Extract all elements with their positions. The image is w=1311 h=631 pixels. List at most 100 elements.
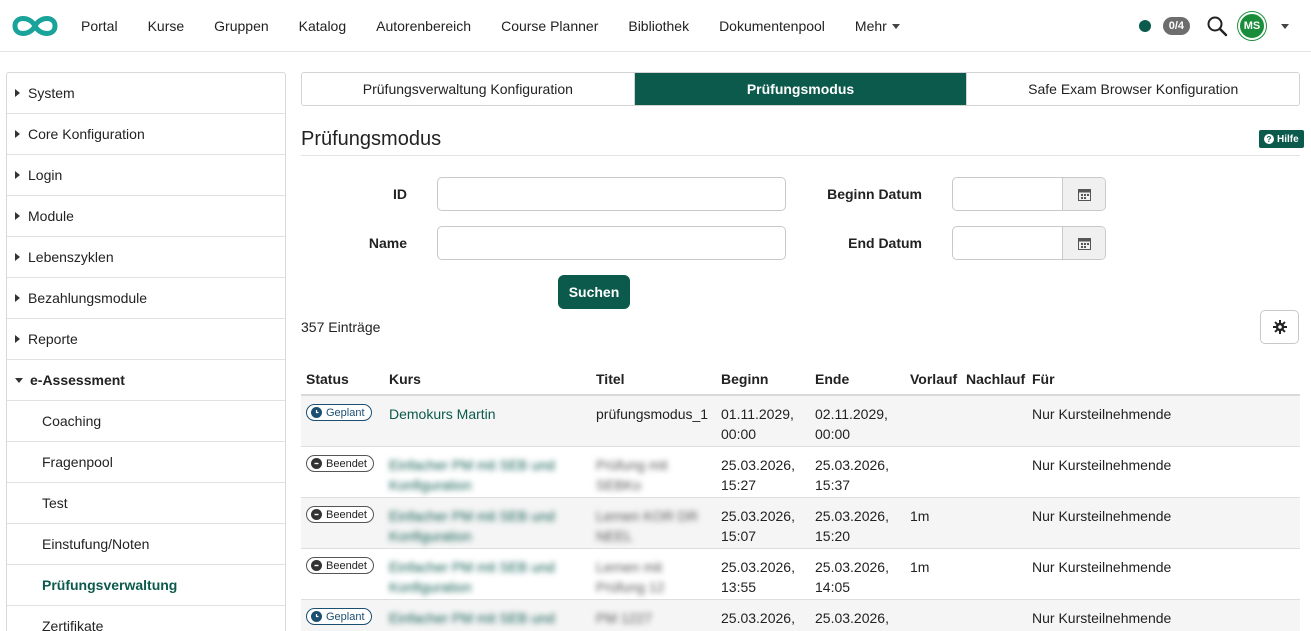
end-date-day: 02.11.2029, [815,406,888,422]
sidebar-item-label: Login [28,167,63,183]
sidebar-item-label: Coaching [42,413,102,429]
search-button[interactable]: Suchen [558,275,630,309]
tab-pruefungsverwaltung-konfiguration[interactable]: Prüfungsverwaltung Konfiguration [302,73,635,105]
user-menu-chevron-icon[interactable] [1281,23,1289,29]
config-tabs: Prüfungsverwaltung Konfiguration Prüfung… [301,72,1300,106]
begin-date-day: 01.11.2029, [721,406,794,422]
sidebar-item-core-konfiguration[interactable]: Core Konfiguration [7,114,285,155]
col-header-kurs[interactable]: Kurs [389,371,421,387]
col-header-nachlauf[interactable]: Nachlauf [966,371,1025,387]
col-header-status[interactable]: Status [306,371,349,387]
exam-title-line-2: SEBKo [596,477,642,493]
nav-autorenbereich[interactable]: Autorenbereich [361,0,486,52]
begin-date-day: 25.03.2026, [721,559,795,575]
participants-scope: Nur Kursteilnehmende [1032,457,1172,473]
nav-mehr[interactable]: Mehr [840,0,915,52]
begin-date: 25.03.2026, [721,610,795,626]
nav-gruppen[interactable]: Gruppen [199,0,283,52]
status-badge: Geplant [306,608,372,625]
calendar-icon[interactable] [1062,227,1105,259]
course-name-line-2: Konfiguration [389,579,472,595]
sidebar-item-lebenszyklen[interactable]: Lebenszyklen [7,237,285,278]
nav-course-planner[interactable]: Course Planner [486,0,613,52]
status-badge: Beendet [306,506,374,523]
caret-right-icon [15,212,20,220]
clock-icon [311,611,322,622]
nav-portal[interactable]: Portal [66,0,133,52]
exam-title-line-2: NEEL [596,528,633,544]
sidebar-item-fragenpool[interactable]: Fragenpool [7,442,285,483]
nav-mehr-label: Mehr [854,18,887,34]
search-icon[interactable] [1206,15,1228,37]
exam-title: PM 1227 [596,610,653,626]
course-link[interactable]: Einfacher PM mit SEB und Konfiguration [389,557,555,597]
id-field[interactable] [437,177,786,211]
nav-dokumentenpool[interactable]: Dokumentenpool [704,0,840,52]
course-link[interactable]: Einfacher PM mit SEB und [389,608,555,628]
online-status-icon[interactable] [1138,20,1151,32]
sidebar-item-zertifikate[interactable]: Zertifikate [7,606,285,631]
course-link[interactable]: Demokurs Martin [389,404,496,424]
begin-date-day: 25.03.2026, [721,508,795,524]
name-field[interactable] [437,226,786,260]
nav-katalog[interactable]: Katalog [284,0,361,52]
user-area: 0/4 MS [1138,0,1289,52]
caret-right-icon [15,130,20,138]
sidebar-item-label: Zertifikate [42,618,104,631]
col-header-beginn[interactable]: Beginn [721,371,768,387]
sidebar-item-system[interactable]: System [7,73,285,114]
sidebar-item-reporte[interactable]: Reporte [7,319,285,360]
help-button[interactable]: ? Hilfe [1259,130,1304,148]
col-header-vorlauf[interactable]: Vorlauf [910,371,957,387]
course-name-line-1: Einfacher PM mit SEB und [389,508,555,524]
end-date-field[interactable] [952,226,1106,260]
course-link[interactable]: Einfacher PM mit SEB und Konfiguration [389,506,555,546]
main-menu: Portal Kurse Gruppen Katalog Autorenbere… [66,0,915,52]
sidebar-item-coaching[interactable]: Coaching [7,401,285,442]
status-label: Beendet [326,508,367,521]
sidebar-item-einstufung-noten[interactable]: Einstufung/Noten [7,524,285,565]
sidebar-item-label: Reporte [28,331,78,347]
table-row: Beendet Einfacher PM mit SEB und Konfigur… [301,447,1300,498]
sidebar-item-module[interactable]: Module [7,196,285,237]
status-label: Beendet [326,457,367,470]
tab-safe-exam-browser-konfiguration[interactable]: Safe Exam Browser Konfiguration [967,73,1299,105]
sidebar-item-bezahlungsmodule[interactable]: Bezahlungsmodule [7,278,285,319]
sidebar-item-pruefungsverwaltung[interactable]: Prüfungsverwaltung [7,565,285,606]
begin-date: 25.03.2026, 13:55 [721,557,795,597]
exam-title-line-2: Prüfung 12 [596,579,665,595]
end-date-label: End Datum [848,235,922,251]
sidebar-item-label: Module [28,208,74,224]
begin-date-field[interactable] [952,177,1106,211]
avatar[interactable]: MS [1238,12,1266,40]
exam-title-line-1: Lernen KOR DR [596,508,698,524]
tab-pruefungsmodus[interactable]: Prüfungsmodus [634,73,968,105]
sidebar-item-test[interactable]: Test [7,483,285,524]
sidebar-item-e-assessment[interactable]: e-Assessment [7,360,285,401]
assessment-count-badge[interactable]: 0/4 [1162,17,1190,35]
status-badge: Geplant [306,404,372,421]
sidebar-item-label: Test [42,495,68,511]
chevron-down-icon [891,23,900,29]
end-date-day: 25.03.2026, [815,508,889,524]
col-header-ende[interactable]: Ende [815,371,849,387]
course-link[interactable]: Einfacher PM mit SEB und Konfiguration [389,455,555,495]
status-label: Geplant [326,610,365,623]
calendar-icon[interactable] [1062,178,1105,210]
sidebar-item-label: Prüfungsverwaltung [42,577,178,593]
nav-kurse[interactable]: Kurse [133,0,200,52]
caret-down-icon [15,377,23,383]
sidebar-item-login[interactable]: Login [7,155,285,196]
entry-count: 357 Einträge [301,319,381,335]
col-header-fuer[interactable]: Für [1032,371,1055,387]
begin-date: 25.03.2026, 15:27 [721,455,795,495]
logo-icon[interactable] [8,12,62,40]
nav-bibliothek[interactable]: Bibliothek [613,0,704,52]
end-date-time: 00:00 [815,426,851,442]
end-date: 25.03.2026, 15:37 [815,455,889,495]
top-navigation: Portal Kurse Gruppen Katalog Autorenbere… [0,0,1311,52]
col-header-titel[interactable]: Titel [596,371,625,387]
end-date-day: 25.03.2026, [815,559,889,575]
begin-date-label: Beginn Datum [827,186,922,202]
table-settings-button[interactable] [1260,310,1299,344]
